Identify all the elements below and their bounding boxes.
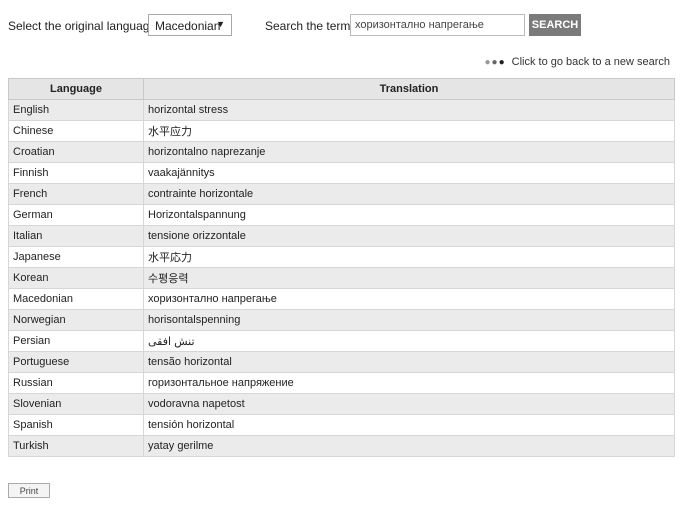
column-header-translation: Translation xyxy=(143,78,675,100)
translation-cell: tensão horizontal xyxy=(143,351,675,373)
table-row: Japanese 水平応力 xyxy=(8,246,675,268)
language-cell: Norwegian xyxy=(8,309,144,331)
translation-cell: tensión horizontal xyxy=(143,414,675,436)
table-header-row: Language Translation xyxy=(8,78,675,100)
table-row: Portuguese tensão horizontal xyxy=(8,351,675,373)
language-select-value: Macedonian xyxy=(155,19,221,33)
translation-cell: горизонтальное напряжение xyxy=(143,372,675,394)
table-row: English horizontal stress xyxy=(8,99,675,121)
search-input[interactable] xyxy=(350,14,525,36)
translation-cell: horisontalspenning xyxy=(143,309,675,331)
dots-icon: ●●● xyxy=(484,57,506,68)
language-cell: Chinese xyxy=(8,120,144,142)
language-cell: English xyxy=(8,99,144,121)
translation-cell: تنش افقی xyxy=(143,330,675,352)
table-row: Finnish vaakajännitys xyxy=(8,162,675,184)
table-row: Macedonian хоризонтално напрегање xyxy=(8,288,675,310)
translation-cell: vodoravna napetost xyxy=(143,393,675,415)
translation-cell: Horizontalspannung xyxy=(143,204,675,226)
translation-cell: 水平应力 xyxy=(143,120,675,142)
table-row: French contrainte horizontale xyxy=(8,183,675,205)
search-term-label: Search the term: xyxy=(265,19,354,33)
language-cell: Turkish xyxy=(8,435,144,457)
table-row: Slovenian vodoravna napetost xyxy=(8,393,675,415)
table-row: Korean 수평응력 xyxy=(8,267,675,289)
language-cell: Finnish xyxy=(8,162,144,184)
language-cell: Portuguese xyxy=(8,351,144,373)
language-cell: Macedonian xyxy=(8,288,144,310)
language-cell: Russian xyxy=(8,372,144,394)
translation-cell: horizontal stress xyxy=(143,99,675,121)
language-cell: Korean xyxy=(8,267,144,289)
search-button[interactable]: SEARCH xyxy=(529,14,581,36)
translation-cell: хоризонтално напрегање xyxy=(143,288,675,310)
translation-cell: contrainte horizontale xyxy=(143,183,675,205)
translation-cell: vaakajännitys xyxy=(143,162,675,184)
translation-cell: yatay gerilme xyxy=(143,435,675,457)
table-row: Persian تنش افقی xyxy=(8,330,675,352)
translations-table: Language Translation English horizontal s… xyxy=(8,78,675,457)
table-row: Spanish tensión horizontal xyxy=(8,414,675,436)
language-select[interactable]: Macedonian ▼ xyxy=(148,14,232,36)
back-to-search-link[interactable]: ●●● Click to go back to a new search xyxy=(485,56,671,68)
language-select-label: Select the original language: xyxy=(8,19,160,33)
language-cell: Spanish xyxy=(8,414,144,436)
table-row: Italian tensione orizzontale xyxy=(8,225,675,247)
language-cell: Persian xyxy=(8,330,144,352)
translation-cell: 수평응력 xyxy=(143,267,675,289)
search-toolbar: Select the original language: Macedonian… xyxy=(8,14,680,38)
language-cell: Croatian xyxy=(8,141,144,163)
language-cell: Japanese xyxy=(8,246,144,268)
translation-cell: horizontalno naprezanje xyxy=(143,141,675,163)
translation-cell: tensione orizzontale xyxy=(143,225,675,247)
language-cell: French xyxy=(8,183,144,205)
table-row: Chinese 水平应力 xyxy=(8,120,675,142)
language-cell: Italian xyxy=(8,225,144,247)
translation-cell: 水平応力 xyxy=(143,246,675,268)
table-row: German Horizontalspannung xyxy=(8,204,675,226)
table-row: Croatian horizontalno naprezanje xyxy=(8,141,675,163)
back-to-search-label: Click to go back to a new search xyxy=(511,56,670,68)
column-header-language: Language xyxy=(8,78,144,100)
table-row: Norwegian horisontalspenning xyxy=(8,309,675,331)
chevron-down-icon: ▼ xyxy=(216,19,225,29)
language-cell: Slovenian xyxy=(8,393,144,415)
language-cell: German xyxy=(8,204,144,226)
table-row: Russian горизонтальное напряжение xyxy=(8,372,675,394)
table-row: Turkish yatay gerilme xyxy=(8,435,675,457)
print-button[interactable]: Print xyxy=(8,483,50,498)
